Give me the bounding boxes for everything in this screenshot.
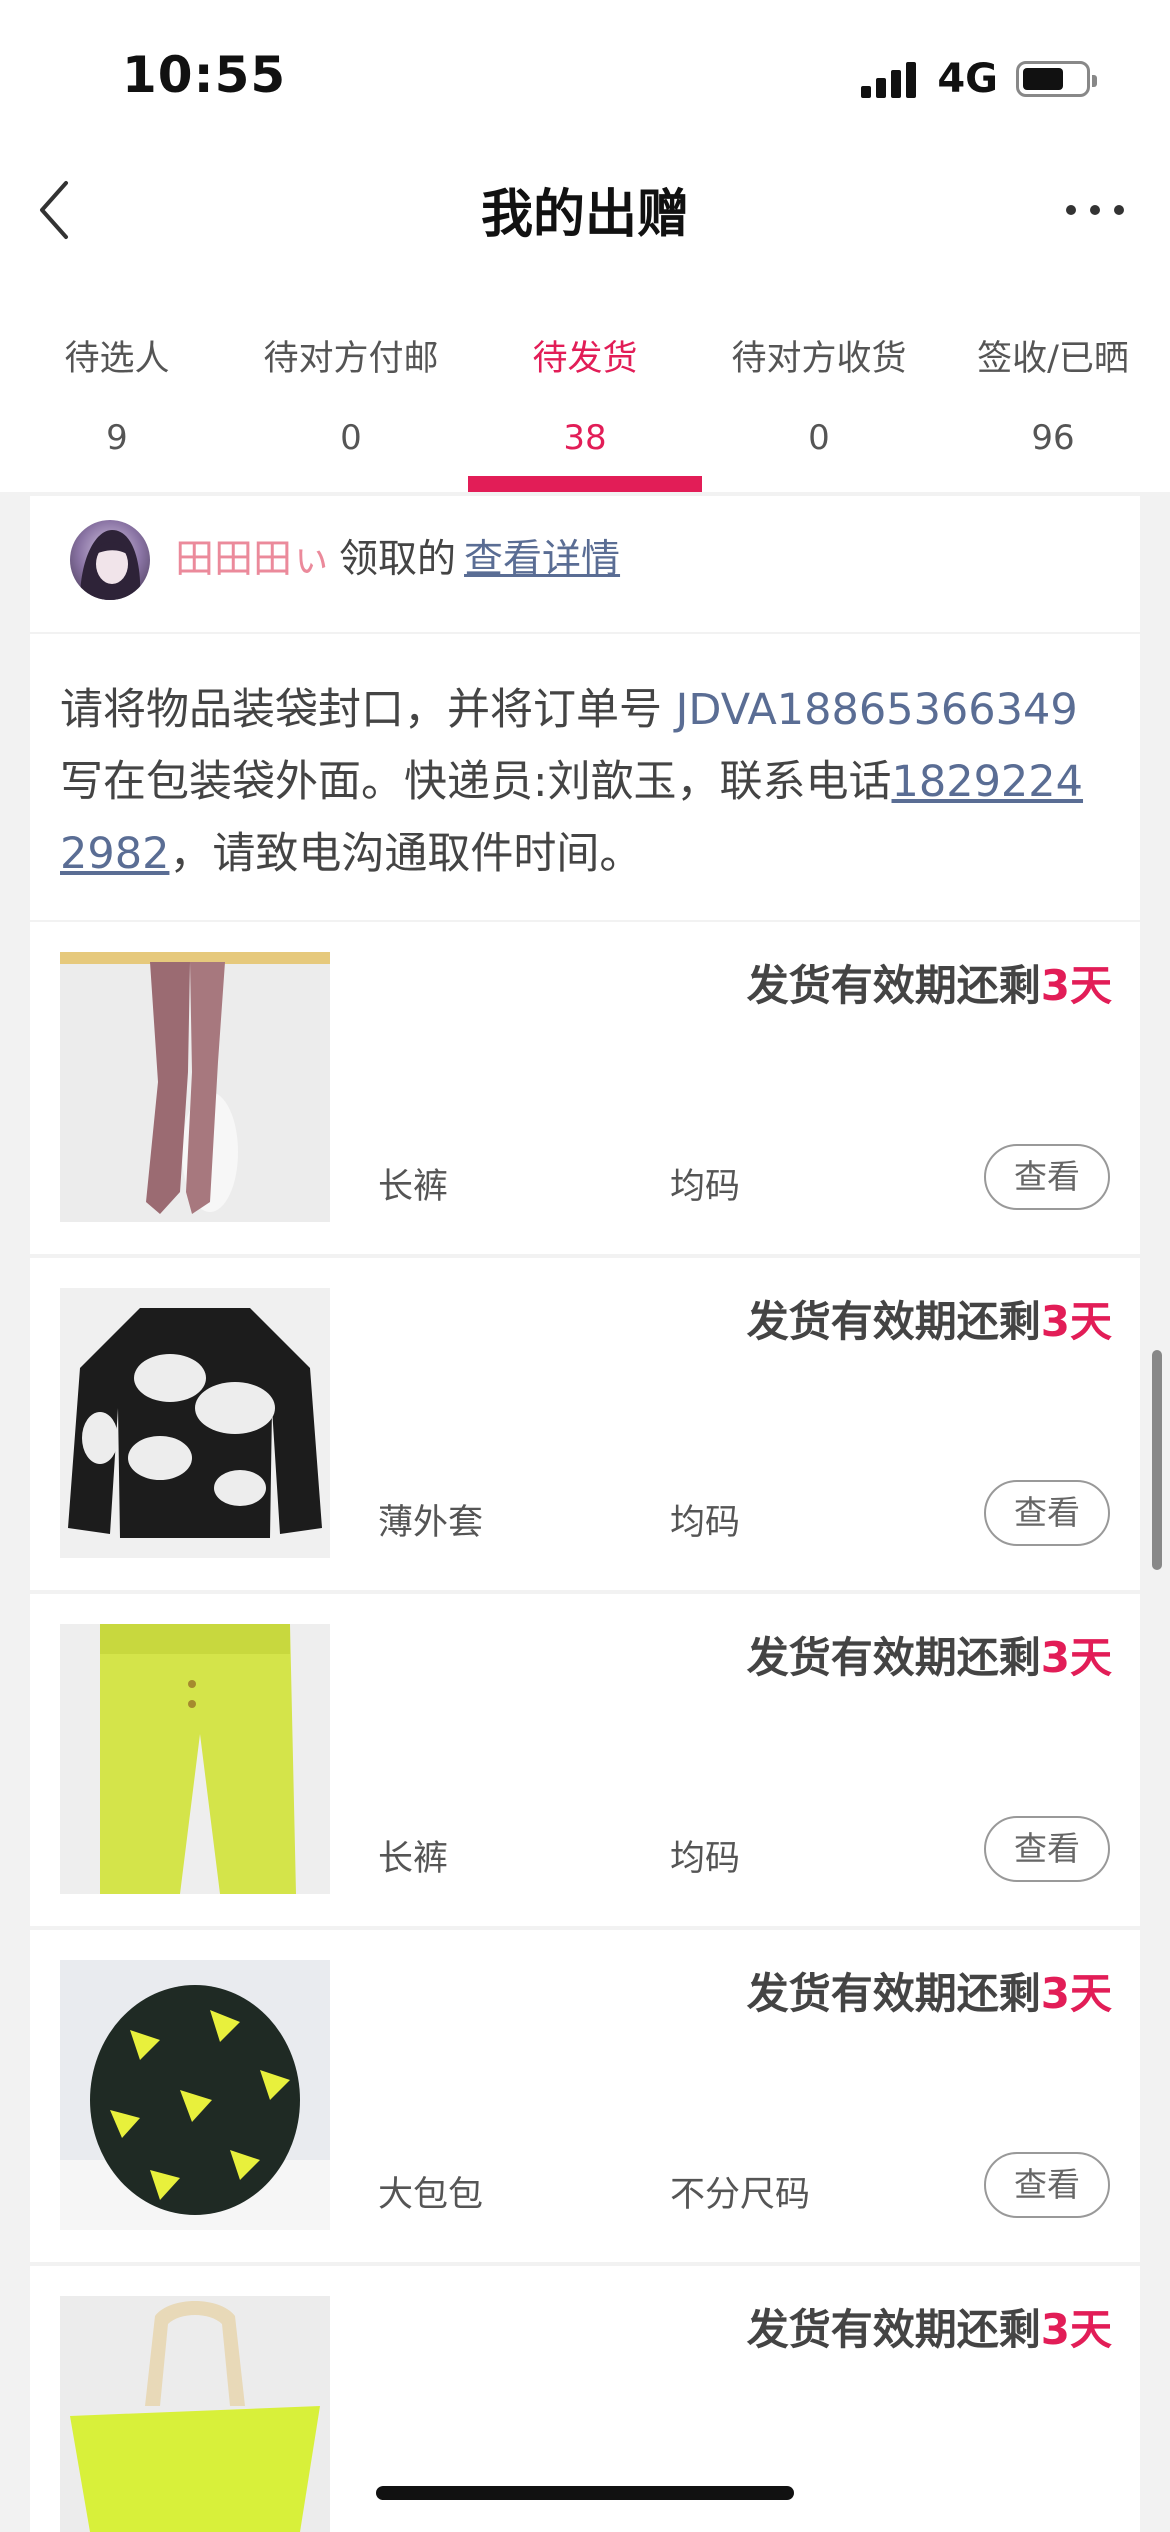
shipping-notice: 请将物品装袋封口，并将订单号 JDVA18865366349 写在包装袋外面。快… xyxy=(30,634,1140,920)
battery-icon xyxy=(1016,61,1097,97)
tab-label: 签收/已晒 xyxy=(977,339,1129,379)
item-image[interactable] xyxy=(60,1960,330,2230)
recipient-row: 田田田ぃ 领取的 查看详情 xyxy=(30,496,1140,632)
item-card: 发货有效期还剩3天 薄外套 均码 查看 xyxy=(30,1258,1140,1590)
order-number: JDVA18865366349 xyxy=(675,685,1078,735)
tab-label: 待对方付邮 xyxy=(263,339,439,379)
item-image[interactable] xyxy=(60,952,330,1222)
avatar-illustration xyxy=(80,530,141,600)
notice-text: 写在包装袋外面。快递员:刘歆玉，联系电话 xyxy=(60,757,892,807)
item-size: 均码 xyxy=(670,1503,741,1543)
shipping-deadline: 发货有效期还剩3天 xyxy=(747,2296,1112,2357)
item-image[interactable] xyxy=(60,1288,330,1558)
item-size: 不分尺码 xyxy=(670,2175,811,2215)
more-dot-icon xyxy=(1114,205,1124,215)
shipping-deadline: 发货有效期还剩3天 xyxy=(747,952,1112,1013)
view-button[interactable]: 查看 xyxy=(984,1816,1110,1882)
item-image[interactable] xyxy=(60,1624,330,1894)
tab-pending-postage[interactable]: 待对方付邮 0 xyxy=(234,270,468,492)
nav-bar: 我的出赠 xyxy=(0,150,1170,270)
deadline-label: 发货有效期还剩 xyxy=(746,961,1041,1010)
tab-label: 待发货 xyxy=(532,339,638,379)
recipient-name[interactable]: 田田田ぃ xyxy=(175,537,331,582)
tab-count: 0 xyxy=(340,418,362,458)
more-dot-icon xyxy=(1066,205,1076,215)
days-remaining: 3天 xyxy=(1040,1633,1112,1682)
notice-text: 请将物品装袋封口，并将订单号 xyxy=(60,685,676,735)
shipping-deadline: 发货有效期还剩3天 xyxy=(747,1624,1112,1685)
item-category: 大包包 xyxy=(378,2175,484,2215)
tab-pending-shipment[interactable]: 待发货 38 xyxy=(468,270,702,492)
more-dot-icon xyxy=(1090,205,1100,215)
item-card: 发货有效期还剩3天 长裤 均码 查看 xyxy=(30,922,1140,1254)
item-card: 发货有效期还剩3天 长裤 均码 查看 xyxy=(30,1594,1140,1926)
more-button[interactable] xyxy=(1060,180,1130,240)
tab-count: 9 xyxy=(106,418,128,458)
recipient-line: 田田田ぃ 领取的 查看详情 xyxy=(175,528,620,584)
view-button[interactable]: 查看 xyxy=(984,1480,1110,1546)
tab-pending-select[interactable]: 待选人 9 xyxy=(0,270,234,492)
view-details-link[interactable]: 查看详情 xyxy=(464,537,620,582)
network-type: 4G xyxy=(937,56,998,102)
tab-count: 96 xyxy=(1031,418,1075,458)
tab-underline xyxy=(468,476,702,492)
item-size: 均码 xyxy=(670,1167,741,1207)
status-tabs: 待选人 9 待对方付邮 0 待发货 38 待对方收货 0 签收/已晒 96 xyxy=(0,270,1170,492)
shipping-deadline: 发货有效期还剩3天 xyxy=(747,1960,1112,2021)
item-image[interactable] xyxy=(60,2296,330,2532)
days-remaining: 3天 xyxy=(1040,1297,1112,1346)
recipient-action: 领取的 xyxy=(339,537,457,582)
item-category: 长裤 xyxy=(378,1839,449,1879)
page-title: 我的出赠 xyxy=(480,185,689,245)
item-category: 长裤 xyxy=(378,1167,449,1207)
tab-signed-shared[interactable]: 签收/已晒 96 xyxy=(936,270,1170,492)
tab-label: 待对方收货 xyxy=(731,339,907,379)
avatar[interactable] xyxy=(70,520,150,600)
signal-icon xyxy=(861,60,921,98)
item-size: 均码 xyxy=(670,1839,741,1879)
item-category: 薄外套 xyxy=(378,1503,484,1543)
status-time: 10:55 xyxy=(122,46,287,104)
home-indicator[interactable] xyxy=(376,2486,794,2500)
status-indicators: 4G xyxy=(861,56,1097,102)
shipping-deadline: 发货有效期还剩3天 xyxy=(747,1288,1112,1349)
view-button[interactable]: 查看 xyxy=(984,2152,1110,2218)
tab-count: 38 xyxy=(563,418,607,458)
status-bar: 10:55 4G xyxy=(0,0,1170,150)
tab-label: 待选人 xyxy=(64,339,170,379)
tab-pending-receipt[interactable]: 待对方收货 0 xyxy=(702,270,936,492)
scrollbar[interactable] xyxy=(1152,1350,1162,1570)
deadline-label: 发货有效期还剩 xyxy=(746,1297,1041,1346)
days-remaining: 3天 xyxy=(1040,2305,1112,2354)
days-remaining: 3天 xyxy=(1040,961,1112,1010)
deadline-label: 发货有效期还剩 xyxy=(746,1969,1041,2018)
notice-text: ，请致电沟通取件时间。 xyxy=(169,829,643,879)
deadline-label: 发货有效期还剩 xyxy=(746,1633,1041,1682)
tab-count: 0 xyxy=(808,418,830,458)
deadline-label: 发货有效期还剩 xyxy=(746,2305,1041,2354)
days-remaining: 3天 xyxy=(1040,1969,1112,2018)
view-button[interactable]: 查看 xyxy=(984,1144,1110,1210)
item-card: 发货有效期还剩3天 大包包 不分尺码 查看 xyxy=(30,1930,1140,2262)
